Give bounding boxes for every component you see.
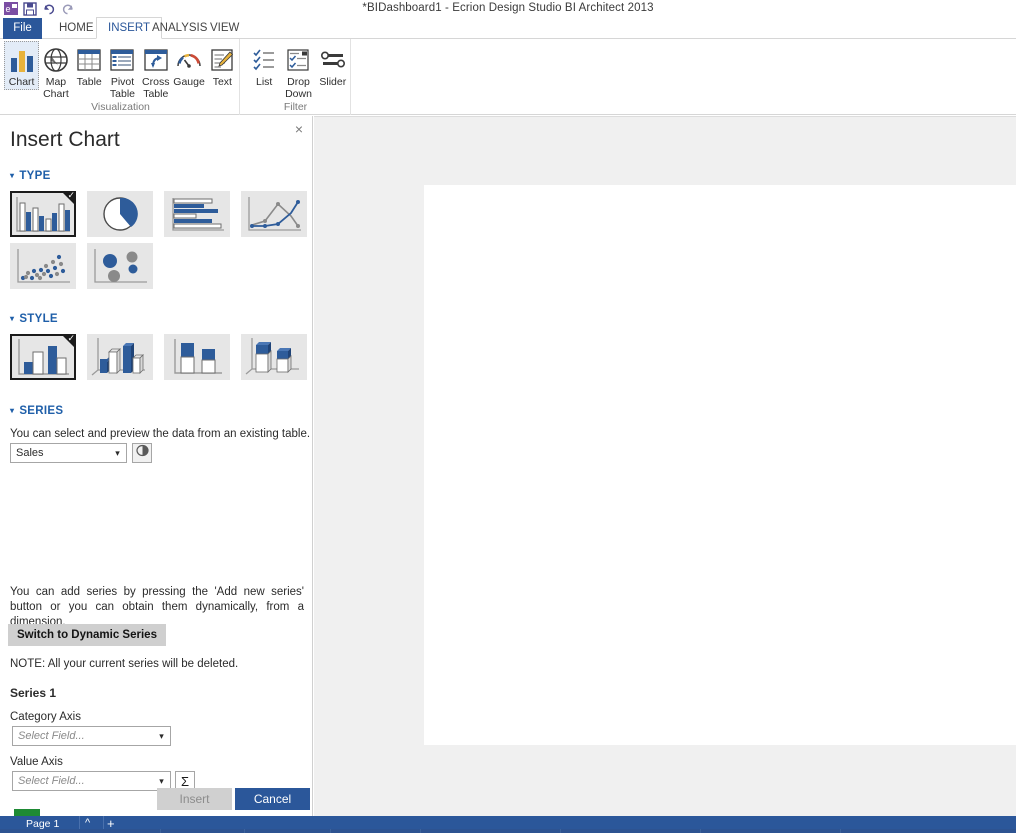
section-header-series[interactable]: ▾ SERIES: [10, 405, 63, 417]
title-bar: e *BIDashboard1 - Ecrion Design Studio B…: [0, 0, 1016, 18]
section-label-style: STYLE: [19, 313, 58, 325]
slider-icon: [320, 45, 346, 75]
taskbar-item[interactable]: [244, 829, 245, 833]
sigma-icon: Σ: [180, 773, 190, 789]
cancel-button[interactable]: Cancel: [235, 788, 310, 810]
chevron-down-icon: ▾: [115, 447, 120, 458]
ribbon-group-visualization: Chart Map Chart Table Pivot Table Cross …: [2, 39, 240, 115]
gauge-icon: [176, 45, 202, 75]
ribbon-button-text[interactable]: Text: [206, 41, 239, 89]
chart-style-column-2d[interactable]: ✓: [10, 334, 76, 380]
section-label-series: SERIES: [19, 405, 64, 417]
chart-style-row: ✓: [10, 334, 307, 380]
chart-type-pie[interactable]: [87, 191, 153, 237]
value-axis-value: Select Field...: [18, 775, 85, 787]
ribbon-label-list: List: [255, 76, 273, 88]
category-axis-value: Select Field...: [18, 730, 85, 742]
taskbar-item[interactable]: [700, 829, 701, 833]
taskbar-item[interactable]: [560, 829, 561, 833]
category-axis-select[interactable]: Select Field... ▾: [12, 726, 171, 746]
close-icon[interactable]: ×: [295, 122, 303, 136]
series-note: NOTE: All your current series will be de…: [10, 658, 239, 670]
ribbon-group-label-visualization: Visualization: [91, 101, 150, 113]
ribbon-label-slider: Slider: [319, 76, 347, 88]
ribbon-label-map-chart: Map Chart: [43, 76, 69, 100]
table-select-value: Sales: [16, 447, 44, 459]
tab-view[interactable]: VIEW: [199, 18, 250, 39]
ribbon-button-gauge[interactable]: Gauge: [172, 41, 205, 89]
chart-type-bar[interactable]: [164, 191, 230, 237]
insert-button[interactable]: Insert: [157, 788, 232, 810]
caret-down-icon: ▾: [10, 406, 15, 415]
section-header-type[interactable]: ▾ TYPE: [10, 170, 51, 182]
taskbar-item[interactable]: [420, 829, 421, 833]
ribbon-group-label-filter: Filter: [283, 101, 308, 113]
table-icon: [76, 45, 102, 75]
ribbon-tab-bar: File HOME INSERT ANALYSIS VIEW: [0, 17, 1016, 39]
preview-toggle-button[interactable]: [132, 443, 152, 463]
ribbon-label-chart: Chart: [8, 76, 35, 88]
preview-toggle-icon: [135, 444, 150, 462]
cross-table-icon: [143, 45, 169, 75]
category-axis-label: Category Axis: [10, 711, 81, 723]
value-axis-select[interactable]: Select Field... ▾: [12, 771, 171, 791]
ribbon-label-pivot-table: Pivot Table: [109, 76, 136, 100]
dashboard-page[interactable]: [424, 185, 1016, 745]
chart-type-row-1: ✓: [10, 191, 307, 237]
chart-style-stacked-column-3d[interactable]: [241, 334, 307, 380]
ribbon-button-map-chart[interactable]: Map Chart: [39, 41, 72, 100]
caret-down-icon: ▾: [10, 171, 15, 180]
ribbon-button-slider[interactable]: Slider: [316, 41, 350, 89]
ribbon-button-table[interactable]: Table: [73, 41, 106, 89]
ribbon-group-filter: List Drop Down Slider Filter: [241, 39, 351, 115]
value-axis-label: Value Axis: [10, 756, 63, 768]
ribbon-label-drop-down: Drop Down: [285, 76, 312, 100]
globe-icon: [43, 45, 69, 75]
check-icon: ✓: [67, 191, 75, 200]
section-label-type: TYPE: [19, 170, 51, 182]
taskbar-item[interactable]: [160, 829, 161, 833]
page-title: Insert Chart: [10, 128, 120, 151]
ribbon-button-list[interactable]: List: [247, 41, 281, 89]
series-title: Series 1: [10, 686, 57, 700]
taskbar-strip: [0, 829, 1016, 833]
ribbon: Chart Map Chart Table Pivot Table Cross …: [0, 39, 1016, 115]
ribbon-button-chart[interactable]: Chart: [4, 41, 40, 90]
ribbon-button-drop-down[interactable]: Drop Down: [281, 41, 315, 100]
bar-chart-icon: [9, 45, 35, 75]
chart-type-bubble[interactable]: [87, 243, 153, 289]
chevron-down-icon: ▾: [159, 730, 164, 741]
chart-type-column[interactable]: ✓: [10, 191, 76, 237]
chart-style-stacked-column-2d[interactable]: [164, 334, 230, 380]
chart-type-row-2: [10, 243, 153, 289]
ribbon-label-table: Table: [76, 76, 102, 88]
ribbon-label-cross-table: Cross Table: [142, 76, 170, 100]
chart-type-scatter[interactable]: [10, 243, 76, 289]
ribbon-label-gauge: Gauge: [173, 76, 205, 88]
taskbar-item[interactable]: [330, 829, 331, 833]
table-select[interactable]: Sales ▾: [10, 443, 127, 463]
chevron-up-icon[interactable]: ^: [85, 817, 90, 829]
text-icon: [209, 45, 235, 75]
ribbon-button-pivot-table[interactable]: Pivot Table: [106, 41, 139, 100]
switch-dynamic-series-button[interactable]: Switch to Dynamic Series: [8, 624, 166, 646]
insert-chart-panel: × Insert Chart ▾ TYPE ✓ ▾ STYLE ✓ ▾ SERI…: [0, 116, 313, 816]
pivot-table-icon: [109, 45, 135, 75]
taskbar-item[interactable]: [840, 829, 841, 833]
chart-type-line[interactable]: [241, 191, 307, 237]
tab-file[interactable]: File: [3, 18, 42, 39]
caret-down-icon: ▾: [10, 314, 15, 323]
section-header-style[interactable]: ▾ STYLE: [10, 313, 58, 325]
list-icon: [251, 45, 277, 75]
add-new-series-button[interactable]: +: [14, 809, 40, 816]
drop-down-icon: [285, 45, 311, 75]
window-title: *BIDashboard1 - Ecrion Design Studio BI …: [362, 2, 654, 14]
check-icon: ✓: [67, 334, 75, 343]
ribbon-label-text: Text: [212, 76, 232, 88]
ribbon-button-cross-table[interactable]: Cross Table: [139, 41, 172, 100]
series-description: You can select and preview the data from…: [10, 428, 311, 440]
application-window: e *BIDashboard1 - Ecrion Design Studio B…: [0, 0, 1016, 833]
chart-style-column-3d[interactable]: [87, 334, 153, 380]
design-canvas[interactable]: [314, 116, 1016, 816]
